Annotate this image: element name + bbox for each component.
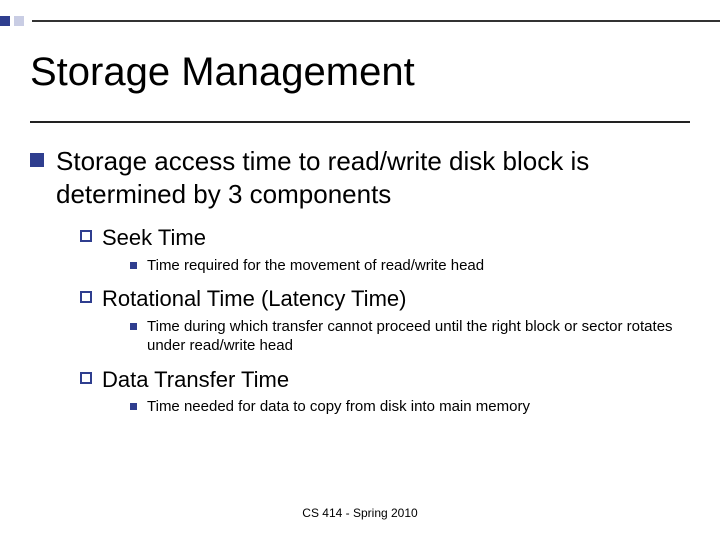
slide-body: Storage Management Storage access time t…	[0, 0, 720, 417]
bullet-level2: Rotational Time (Latency Time)	[80, 285, 690, 313]
slide-footer: CS 414 - Spring 2010	[0, 506, 720, 520]
bullet-level3: Time required for the movement of read/w…	[130, 256, 690, 276]
square-bullet-solid-icon	[30, 153, 44, 167]
accent-square-dark	[0, 16, 10, 26]
bullet-level3: Time needed for data to copy from disk i…	[130, 397, 690, 417]
square-bullet-hollow-icon	[80, 291, 92, 303]
item-label: Rotational Time (Latency Time)	[102, 285, 406, 313]
accent-square-light	[14, 16, 24, 26]
accent-bar	[0, 16, 720, 26]
square-bullet-hollow-icon	[80, 230, 92, 242]
item-desc: Time during which transfer cannot procee…	[147, 317, 690, 356]
bullet-level2: Seek Time	[80, 224, 690, 252]
item-desc: Time required for the movement of read/w…	[147, 256, 484, 276]
square-bullet-hollow-icon	[80, 372, 92, 384]
title-rule	[30, 121, 690, 123]
intro-text: Storage access time to read/write disk b…	[56, 145, 690, 210]
item-label: Seek Time	[102, 224, 206, 252]
square-bullet-small-icon	[130, 403, 137, 410]
bullet-level2: Data Transfer Time	[80, 366, 690, 394]
item-desc: Time needed for data to copy from disk i…	[147, 397, 530, 417]
slide-title: Storage Management	[30, 50, 690, 95]
accent-line	[32, 20, 720, 26]
bullet-level1: Storage access time to read/write disk b…	[30, 145, 690, 210]
bullet-level3: Time during which transfer cannot procee…	[130, 317, 690, 356]
square-bullet-small-icon	[130, 262, 137, 269]
item-label: Data Transfer Time	[102, 366, 289, 394]
square-bullet-small-icon	[130, 323, 137, 330]
